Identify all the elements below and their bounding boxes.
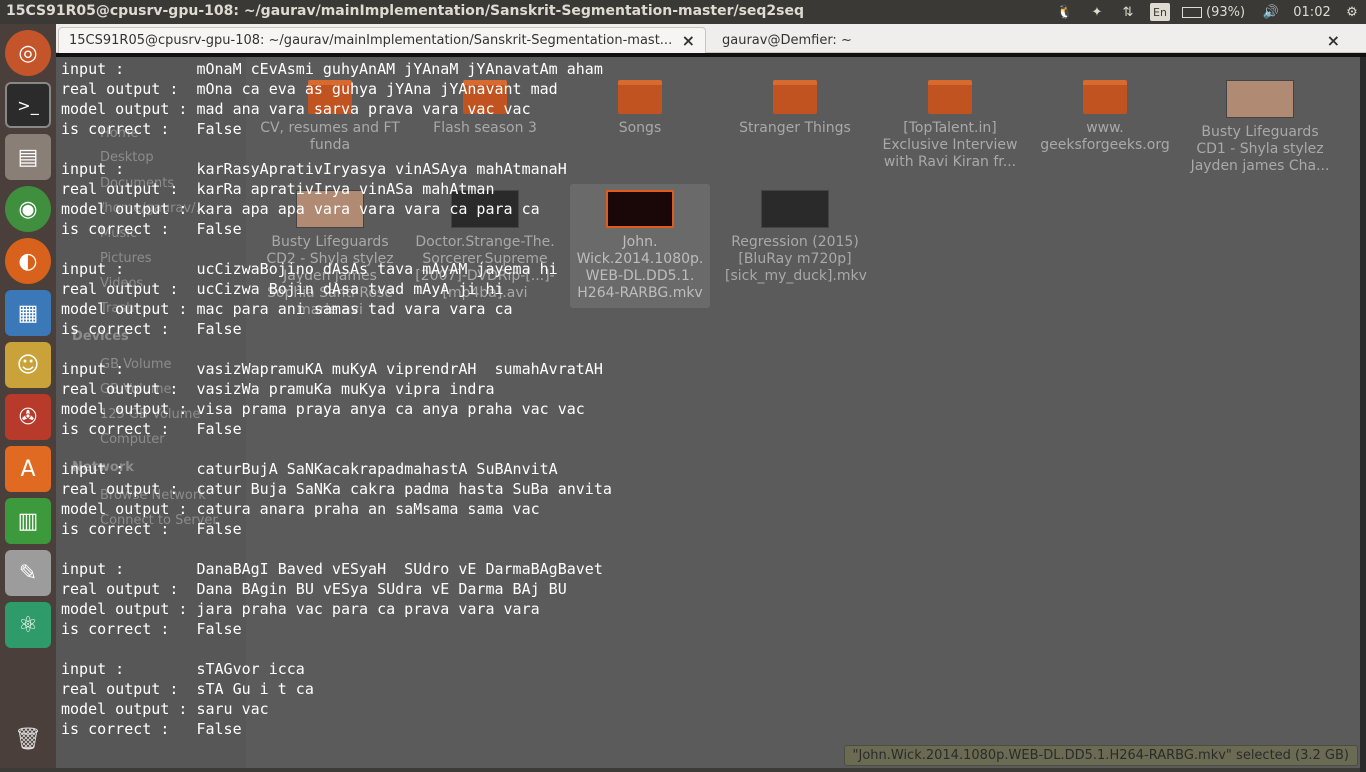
terminal-output[interactable]: input : mOnaM cEvAsmi guhyAnAM jYAnaM jY… xyxy=(56,53,1366,772)
terminal-line: input : sTAGvor icca xyxy=(61,660,305,678)
launcher: ◎ >_ ▤ ◉ ◐ ▦ ☺ ✇ A ▥ ✎ ⚛ 🗑 xyxy=(0,24,56,768)
terminal-line: input : mOnaM cEvAsmi guhyAnAM jYAnaM jY… xyxy=(61,60,603,78)
terminal-line: real output : catur Buja SaNKa cakra pad… xyxy=(61,480,612,498)
atom-icon[interactable]: ⚛ xyxy=(5,602,51,648)
software-center-icon[interactable]: A xyxy=(5,446,51,492)
pidgin-icon[interactable]: ☺ xyxy=(5,342,51,388)
terminal-line: is correct : False xyxy=(61,320,242,338)
volume-icon[interactable]: 🔊 xyxy=(1260,2,1282,22)
tab-terminal-2[interactable]: gaurav@Demfier: ~ × xyxy=(712,27,1352,53)
terminal-line: is correct : False xyxy=(61,620,242,638)
window-title: 15CS91R05@cpusrv-gpu-108: ~/gaurav/mainI… xyxy=(6,3,805,19)
tab-label: gaurav@Demfier: ~ xyxy=(722,32,852,48)
terminal-line: model output : visa prama praya anya ca … xyxy=(61,400,585,418)
tab-terminal-1[interactable]: 15CS91R05@cpusrv-gpu-108: ~/gaurav/mainI… xyxy=(58,27,706,53)
terminal-icon[interactable]: >_ xyxy=(5,82,51,128)
top-panel: 15CS91R05@cpusrv-gpu-108: ~/gaurav/mainI… xyxy=(0,0,1366,24)
clock[interactable]: 01:02 xyxy=(1292,2,1332,22)
scrollbar[interactable] xyxy=(1360,57,1366,772)
terminal-line: model output : mad ana vara sarva prava … xyxy=(61,100,531,118)
battery-percent: (93%) xyxy=(1206,4,1246,20)
terminal-line: is correct : False xyxy=(61,720,242,738)
terminal-line: model output : kara apa apa vara vara va… xyxy=(61,200,540,218)
close-icon[interactable]: × xyxy=(682,31,695,50)
battery-indicator[interactable]: (93%) xyxy=(1182,2,1256,22)
terminal-line: is correct : False xyxy=(61,520,242,538)
terminal-line: model output : jara praha vac para ca pr… xyxy=(61,600,540,618)
trash-icon[interactable]: 🗑 xyxy=(5,716,51,762)
terminal-line: is correct : False xyxy=(61,120,242,138)
files-icon[interactable]: ▤ xyxy=(5,134,51,180)
tab-label: 15CS91R05@cpusrv-gpu-108: ~/gaurav/mainI… xyxy=(69,33,673,48)
dropbox-icon[interactable]: ✦ xyxy=(1088,2,1106,22)
gear-icon[interactable]: ⚙ xyxy=(1342,2,1362,22)
terminal-line: is correct : False xyxy=(61,420,242,438)
close-icon[interactable]: × xyxy=(1327,31,1340,50)
terminal-line: model output : saru vac xyxy=(61,700,269,718)
terminal-line: real output : karRa aprativIrya vinASa m… xyxy=(61,180,495,198)
system-settings-icon[interactable]: ✇ xyxy=(5,394,51,440)
terminal-line: input : DanaBAgI Baved vESyaH SUdro vE D… xyxy=(61,560,603,578)
terminal-tab-bar: 15CS91R05@cpusrv-gpu-108: ~/gaurav/mainI… xyxy=(56,24,1366,53)
network-icon[interactable]: ⇅ xyxy=(1118,2,1138,22)
terminal-line: input : vasizWapramuKA muKyA viprendrAH … xyxy=(61,360,603,378)
terminal-line: input : karRasyAprativIryasya vinASAya m… xyxy=(61,160,567,178)
keyboard-language-indicator[interactable]: En xyxy=(1150,3,1170,21)
battery-icon xyxy=(1182,6,1202,18)
terminal-line: input : caturBujA SaNKacakrapadmahastA S… xyxy=(61,460,558,478)
terminal-line: input : ucCizwaBojino dAsAs tava mAyAM j… xyxy=(61,260,558,278)
spreadsheet-icon[interactable]: ▥ xyxy=(5,498,51,544)
terminal-line: model output : catura anara praha an saM… xyxy=(61,500,540,518)
terminal-line: real output : ucCizwa Bojin dAsa tvad mA… xyxy=(61,280,504,298)
text-editor-icon[interactable]: ✎ xyxy=(5,550,51,596)
image-viewer-icon[interactable]: ▦ xyxy=(5,290,51,336)
chrome-icon[interactable]: ◉ xyxy=(5,186,51,232)
terminal-line: is correct : False xyxy=(61,220,242,238)
ubuntu-dash-icon[interactable]: ◎ xyxy=(5,30,51,76)
terminal-line: real output : Dana BAgin BU vESya SUdra … xyxy=(61,580,567,598)
terminal-line: real output : vasizWa pramuKa muKya vipr… xyxy=(61,380,495,398)
firefox-icon[interactable]: ◐ xyxy=(5,238,51,284)
terminal-line: real output : mOna ca eva as guhya jYAna… xyxy=(61,80,558,98)
pidgin-tray-icon[interactable]: 🐧 xyxy=(1054,2,1076,22)
terminal-text: input : mOnaM cEvAsmi guhyAnAM jYAnaM jY… xyxy=(61,59,612,739)
terminal-line: model output : mac para ani samas tad va… xyxy=(61,300,513,318)
terminal-line: real output : sTA Gu i t ca xyxy=(61,680,314,698)
